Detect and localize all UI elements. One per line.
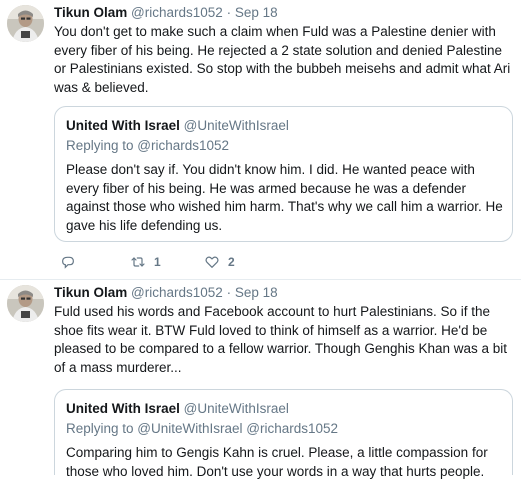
tweet-text: You don't get to make such a claim when …	[54, 24, 511, 95]
replying-prefix: Replying to	[66, 138, 138, 153]
tweet[interactable]: Tikun Olam @richards1052 · Sep 18 Fuld u…	[0, 280, 521, 486]
like-count: 2	[228, 255, 235, 269]
replying-to-handle[interactable]: @richards1052	[137, 138, 229, 153]
quoted-text: Please don't say if. You didn't know him…	[66, 162, 503, 233]
retweet-count: 1	[154, 255, 161, 269]
tweet[interactable]: Tikun Olam @richards1052 · Sep 18 You do…	[0, 0, 521, 279]
tweet-date[interactable]: Sep 18	[235, 5, 278, 20]
reply-icon	[62, 256, 74, 269]
separator-dot: ·	[226, 285, 232, 300]
replying-to-handles[interactable]: @UniteWithIsrael @richards1052	[137, 421, 338, 436]
tweet-header: Tikun Olam @richards1052 · Sep 18	[54, 4, 278, 22]
quoted-tweet[interactable]: United With Israel @UniteWithIsrael Repl…	[54, 389, 513, 479]
quoted-author-handle: @UniteWithIsrael	[183, 401, 289, 416]
quoted-text: Comparing him to Gengis Kahn is cruel. P…	[66, 445, 488, 479]
tweet-actions: 1 2	[60, 252, 360, 272]
avatar[interactable]	[7, 285, 44, 322]
quoted-author-name: United With Israel	[66, 118, 180, 133]
like-button[interactable]: 2	[204, 252, 235, 272]
replying-to: Replying to @richards1052	[66, 137, 229, 155]
quoted-header: United With Israel @UniteWithIsrael	[66, 117, 289, 135]
tweet-text: Fuld used his words and Facebook account…	[54, 304, 508, 375]
author-name[interactable]: Tikun Olam	[54, 5, 127, 20]
author-handle[interactable]: @richards1052	[131, 285, 223, 300]
heart-icon	[205, 256, 219, 268]
separator-dot: ·	[226, 5, 232, 20]
avatar[interactable]	[7, 5, 44, 42]
quoted-author-handle: @UniteWithIsrael	[183, 118, 289, 133]
tweet-header: Tikun Olam @richards1052 · Sep 18	[54, 284, 278, 302]
retweet-icon	[131, 257, 145, 267]
reply-button[interactable]	[60, 252, 76, 272]
quoted-header: United With Israel @UniteWithIsrael	[66, 400, 289, 418]
tweet-date[interactable]: Sep 18	[235, 285, 278, 300]
replying-prefix: Replying to	[66, 421, 138, 436]
quoted-tweet[interactable]: United With Israel @UniteWithIsrael Repl…	[54, 106, 513, 242]
quoted-author-name: United With Israel	[66, 401, 180, 416]
author-name[interactable]: Tikun Olam	[54, 285, 127, 300]
retweet-button[interactable]: 1	[130, 252, 161, 272]
author-handle[interactable]: @richards1052	[131, 5, 223, 20]
replying-to: Replying to @UniteWithIsrael @richards10…	[66, 420, 338, 438]
